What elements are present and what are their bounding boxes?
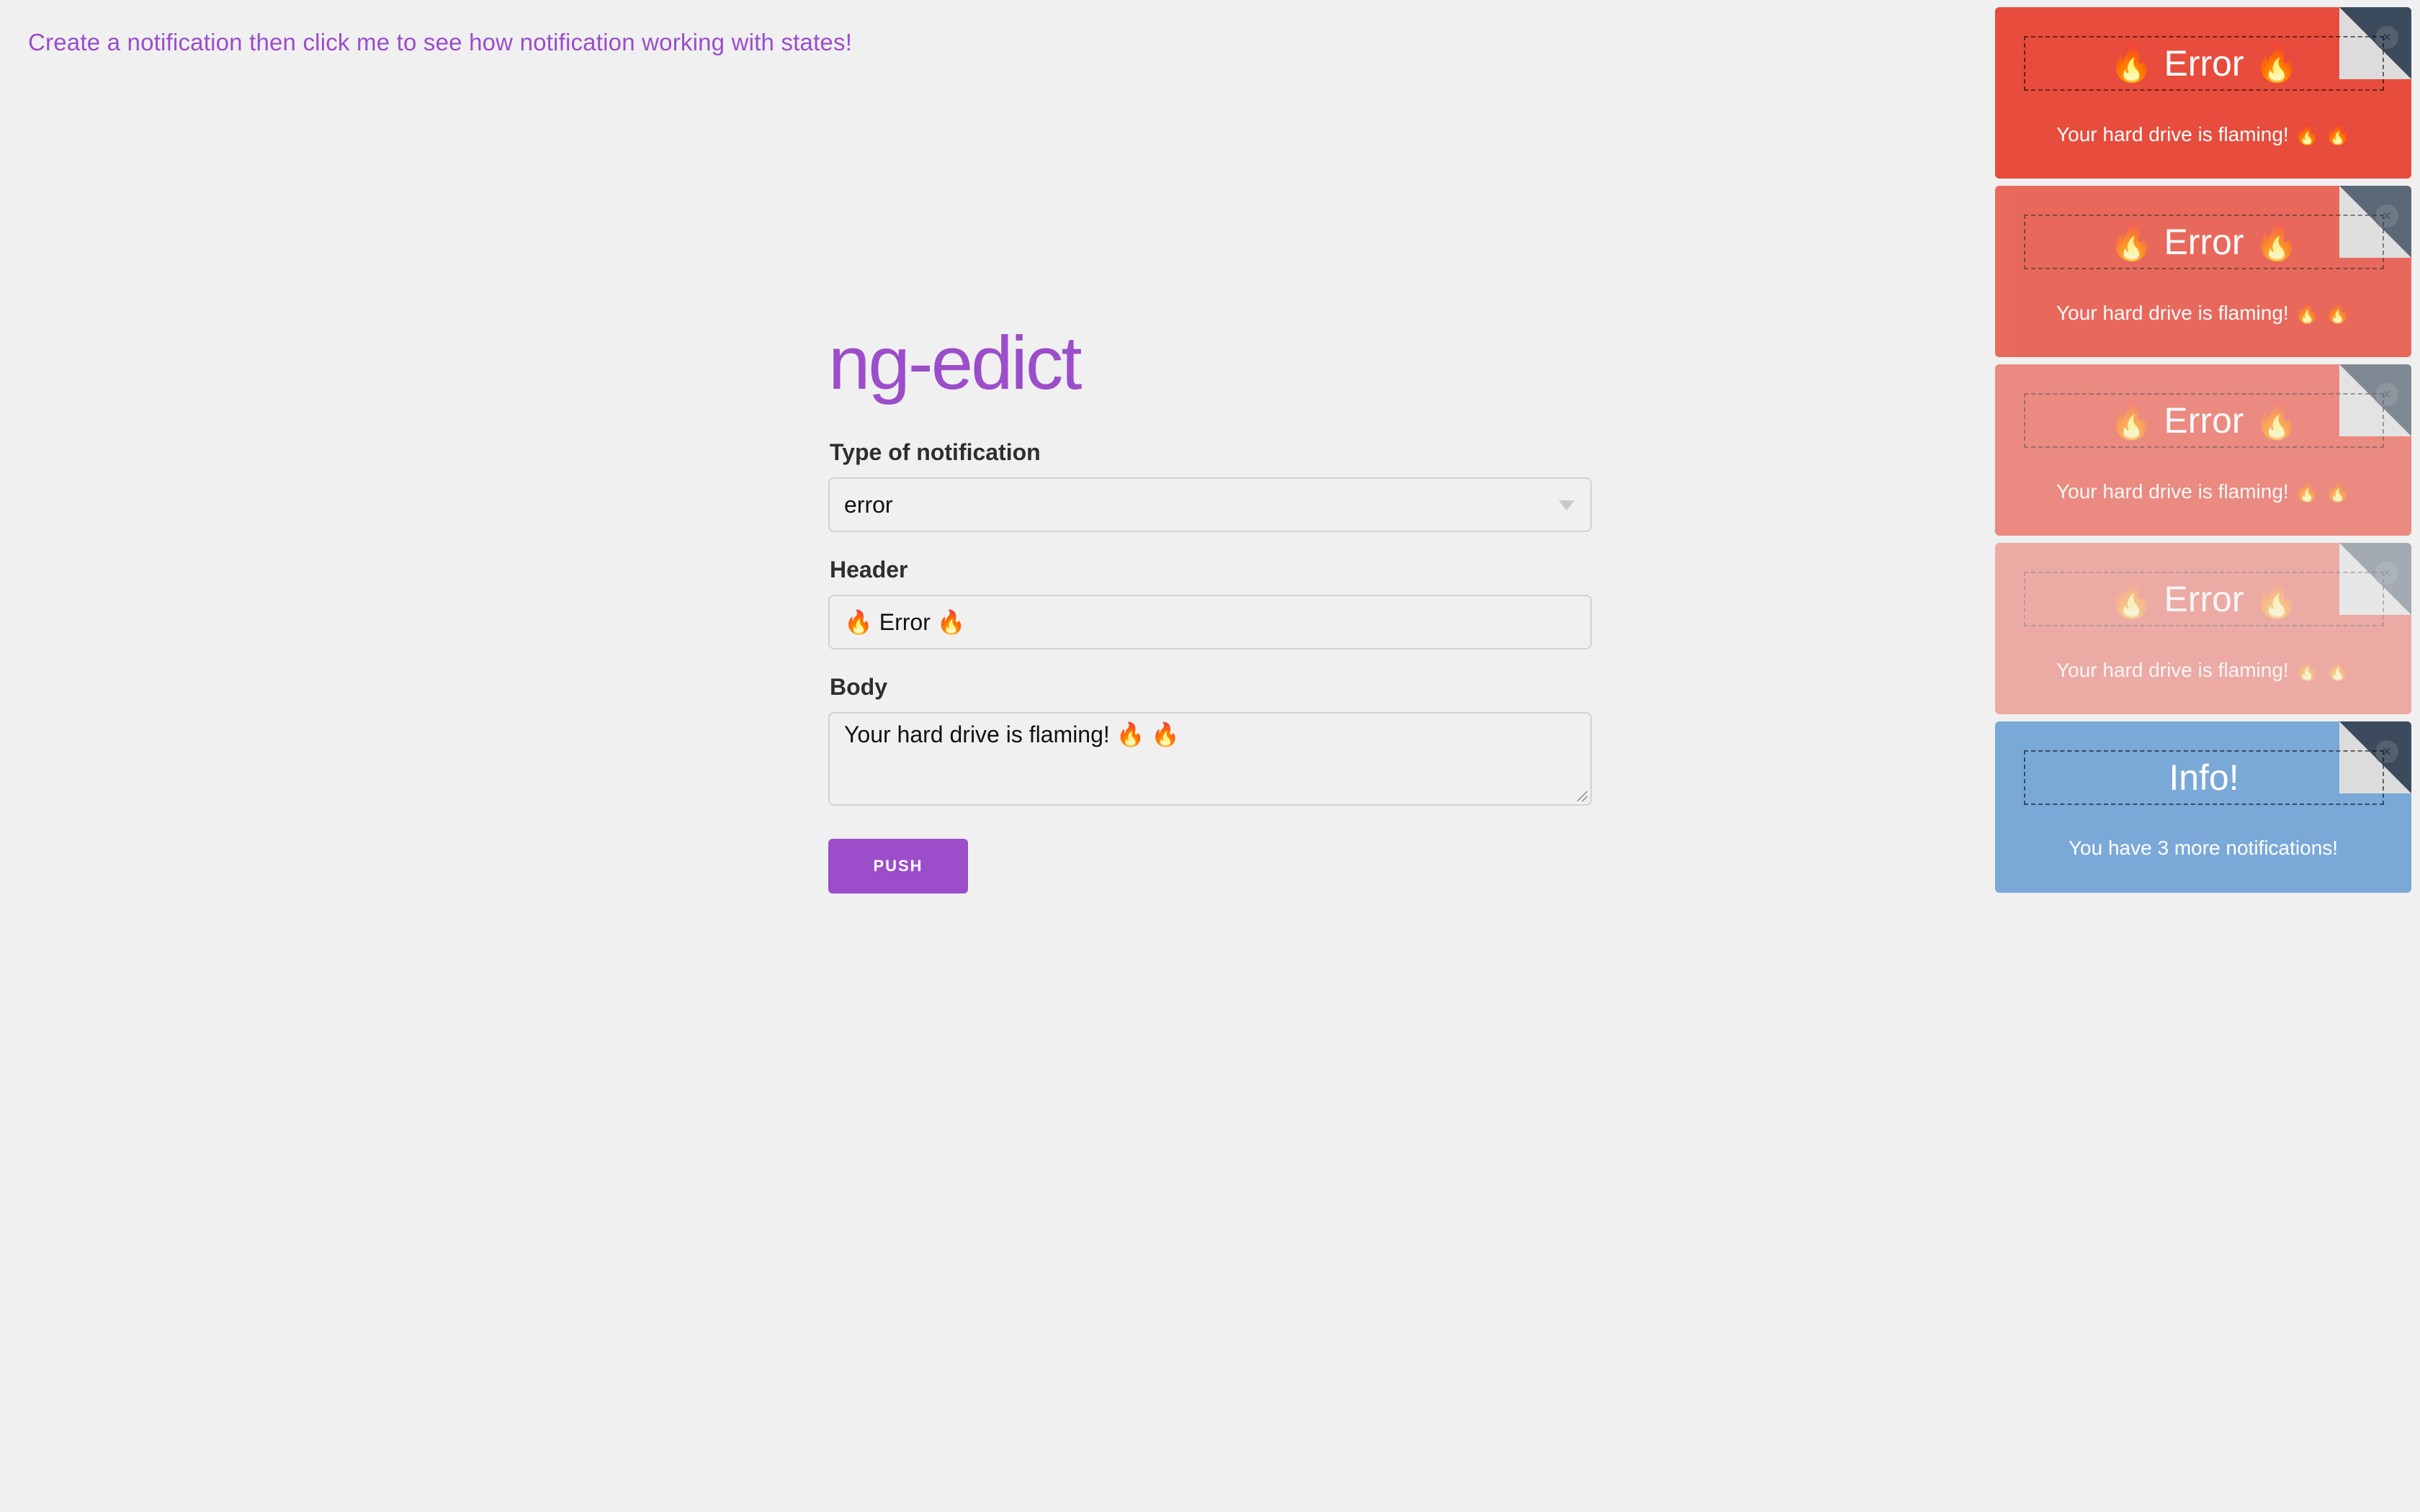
body-label: Body xyxy=(830,674,887,700)
app-title: ng-edict xyxy=(828,321,1083,405)
notification-error[interactable]: × 🔥 Error 🔥 Your hard drive is flaming! … xyxy=(1995,7,2411,179)
notification-header: 🔥 Error 🔥 xyxy=(2024,393,2384,448)
notification-header: 🔥 Error 🔥 xyxy=(2024,36,2384,91)
type-select-value: error xyxy=(844,491,893,518)
type-label: Type of notification xyxy=(830,439,1041,465)
body-textarea[interactable]: Your hard drive is flaming! 🔥 🔥 xyxy=(828,712,1592,806)
resize-handle-icon[interactable] xyxy=(1577,791,1587,801)
notification-info[interactable]: × Info! You have 3 more notifications! xyxy=(1995,721,2411,893)
notification-body: Your hard drive is flaming! 🔥 🔥 xyxy=(2056,302,2350,324)
header-input[interactable]: 🔥 Error 🔥 xyxy=(828,595,1592,649)
notification-form: ng-edict Type of notification error Head… xyxy=(828,317,1592,894)
notification-header: 🔥 Error 🔥 xyxy=(2024,572,2384,626)
type-select[interactable]: error xyxy=(828,477,1592,532)
notification-error[interactable]: × 🔥 Error 🔥 Your hard drive is flaming! … xyxy=(1995,186,2411,357)
notification-error[interactable]: × 🔥 Error 🔥 Your hard drive is flaming! … xyxy=(1995,543,2411,714)
notification-body: You have 3 more notifications! xyxy=(2068,837,2339,859)
notification-body: Your hard drive is flaming! 🔥 🔥 xyxy=(2056,480,2350,503)
notification-body: Your hard drive is flaming! 🔥 🔥 xyxy=(2056,659,2350,681)
notification-stack: × 🔥 Error 🔥 Your hard drive is flaming! … xyxy=(1995,7,2411,900)
header-label: Header xyxy=(830,557,908,582)
chevron-down-icon xyxy=(1559,500,1574,510)
notification-header: Info! xyxy=(2024,750,2384,805)
notification-header: 🔥 Error 🔥 xyxy=(2024,215,2384,269)
state-demo-link[interactable]: Create a notification then click me to s… xyxy=(28,29,852,56)
notification-body: Your hard drive is flaming! 🔥 🔥 xyxy=(2056,123,2350,145)
header-input-value: 🔥 Error 🔥 xyxy=(844,609,966,635)
push-button[interactable]: PUSH xyxy=(828,839,968,894)
page: Create a notification then click me to s… xyxy=(0,0,2420,1512)
notification-error[interactable]: × 🔥 Error 🔥 Your hard drive is flaming! … xyxy=(1995,364,2411,536)
body-textarea-value: Your hard drive is flaming! 🔥 🔥 xyxy=(844,721,1180,747)
